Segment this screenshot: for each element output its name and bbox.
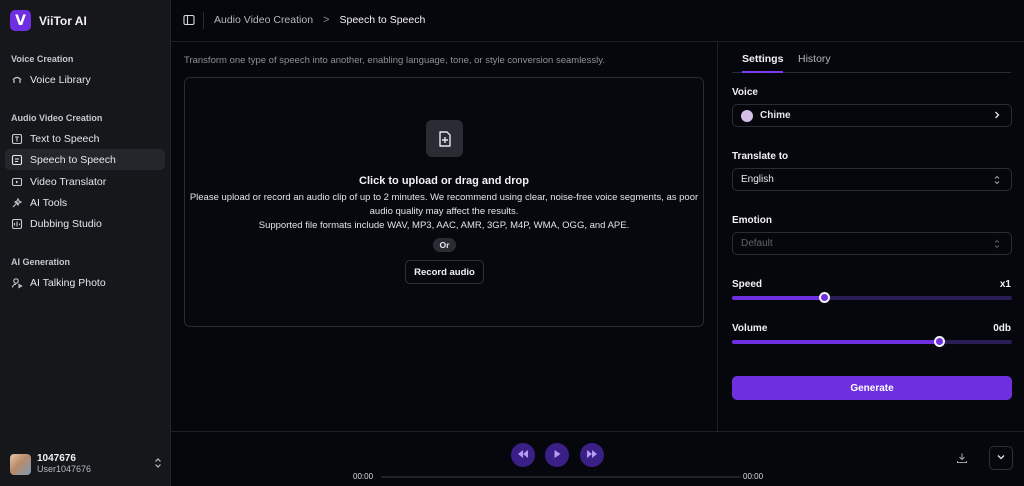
upload-dropzone[interactable]: Click to upload or drag and drop Please … bbox=[184, 77, 704, 327]
sidebar-item-label: Voice Library bbox=[30, 73, 91, 86]
emotion-label: Emotion bbox=[732, 215, 772, 226]
sidebar-item-voice-library[interactable]: Voice Library bbox=[5, 69, 165, 90]
chevron-right-icon bbox=[993, 110, 1001, 122]
sidebar-item-label: Speech to Speech bbox=[30, 153, 116, 166]
sidebar-item-speech-to-speech[interactable]: Speech to Speech bbox=[5, 149, 165, 170]
speed-slider-fill bbox=[732, 296, 825, 300]
voice-select[interactable]: Chime bbox=[732, 104, 1012, 127]
section-label-ai-generation: AI Generation bbox=[11, 257, 71, 267]
upload-title: Click to upload or drag and drop bbox=[359, 175, 529, 187]
tab-settings[interactable]: Settings bbox=[742, 53, 784, 73]
speed-value: x1 bbox=[999, 279, 1011, 290]
emotion-value: Default bbox=[741, 238, 773, 249]
emotion-select[interactable]: Default bbox=[732, 232, 1012, 255]
sidebar-item-label: Video Translator bbox=[30, 175, 107, 188]
breadcrumb-item-speech-to-speech: Speech to Speech bbox=[339, 14, 426, 26]
play-icon bbox=[552, 449, 562, 462]
sidebar-item-text-to-speech[interactable]: Text to Speech bbox=[5, 128, 165, 149]
voice-value: Chime bbox=[760, 110, 791, 121]
or-divider-badge: Or bbox=[433, 238, 456, 252]
audio-player: 00:00 00:00 bbox=[171, 431, 1024, 486]
volume-slider[interactable] bbox=[732, 336, 1012, 347]
top-header: Audio Video Creation > Speech to Speech bbox=[171, 0, 1024, 42]
speed-label: Speed bbox=[732, 279, 763, 290]
volume-value: 0db bbox=[993, 323, 1011, 334]
upload-instructions-line-2: audio quality may affect the results. bbox=[369, 206, 519, 217]
playback-progress-bar[interactable] bbox=[381, 476, 741, 478]
app-logo: V bbox=[10, 10, 31, 31]
avatar bbox=[10, 453, 31, 475]
video-translator-icon bbox=[11, 176, 23, 188]
speech-to-speech-icon bbox=[11, 154, 23, 166]
page-description: Transform one type of speech into anothe… bbox=[184, 55, 605, 66]
fast-forward-icon bbox=[586, 449, 598, 462]
ai-tools-icon bbox=[11, 197, 23, 209]
voice-label: Voice bbox=[732, 87, 758, 98]
breadcrumb: Audio Video Creation > Speech to Speech bbox=[214, 14, 425, 26]
fast-forward-button[interactable] bbox=[580, 443, 604, 467]
collapse-player-button[interactable] bbox=[989, 446, 1013, 470]
voice-library-icon bbox=[11, 74, 23, 86]
translate-to-label: Translate to bbox=[732, 151, 789, 162]
user-account-menu[interactable]: 1047676 User1047676 bbox=[10, 453, 162, 475]
dubbing-studio-icon bbox=[11, 218, 23, 230]
sidebar-item-label: AI Tools bbox=[30, 196, 68, 209]
user-id: 1047676 bbox=[37, 453, 76, 464]
volume-slider-thumb[interactable] bbox=[934, 336, 946, 347]
app-name: ViiTor AI bbox=[39, 13, 87, 28]
sidebar-item-ai-tools[interactable]: AI Tools bbox=[5, 192, 165, 213]
sidebar-item-ai-talking-photo[interactable]: AI Talking Photo bbox=[5, 272, 165, 293]
record-audio-button[interactable]: Record audio bbox=[405, 260, 484, 284]
user-name: User1047676 bbox=[37, 464, 92, 474]
text-to-speech-icon bbox=[11, 133, 23, 145]
supported-formats: Supported file formats include WAV, MP3,… bbox=[258, 220, 630, 231]
section-label-audio-video-creation: Audio Video Creation bbox=[11, 113, 103, 123]
voice-color-dot bbox=[741, 109, 753, 122]
sidebar-item-label: Dubbing Studio bbox=[30, 217, 102, 230]
sidebar-item-video-translator[interactable]: Video Translator bbox=[5, 171, 165, 192]
chevron-up-down-icon bbox=[993, 238, 1001, 252]
current-time: 00:00 bbox=[353, 472, 374, 481]
volume-label: Volume bbox=[732, 323, 768, 334]
header-divider bbox=[203, 12, 204, 29]
total-time: 00:00 bbox=[743, 472, 764, 481]
rewind-icon bbox=[517, 449, 529, 462]
sidebar-toggle-icon[interactable] bbox=[183, 14, 195, 29]
translate-to-select[interactable]: English bbox=[732, 168, 1012, 191]
upload-instructions-line-1: Please upload or record an audio clip of… bbox=[189, 192, 699, 203]
file-upload-icon bbox=[426, 120, 463, 157]
translate-to-value: English bbox=[741, 174, 774, 185]
speed-slider[interactable] bbox=[732, 292, 1012, 303]
chevron-up-down-icon[interactable] bbox=[154, 457, 162, 472]
download-icon[interactable] bbox=[956, 452, 968, 467]
breadcrumb-separator: > bbox=[323, 14, 330, 26]
sidebar-item-label: Text to Speech bbox=[30, 132, 100, 145]
play-button[interactable] bbox=[545, 443, 569, 467]
breadcrumb-item-audio-video-creation[interactable]: Audio Video Creation bbox=[214, 14, 313, 26]
chevron-up-down-icon bbox=[993, 174, 1001, 188]
sidebar: V ViiTor AI Voice Creation Voice Library… bbox=[0, 0, 171, 486]
settings-tabs: Settings History bbox=[732, 53, 1011, 73]
rewind-button[interactable] bbox=[511, 443, 535, 467]
sidebar-item-dubbing-studio[interactable]: Dubbing Studio bbox=[5, 213, 165, 234]
section-label-voice-creation: Voice Creation bbox=[11, 54, 74, 64]
talking-photo-icon bbox=[11, 277, 23, 289]
tab-history[interactable]: History bbox=[798, 53, 831, 73]
speed-slider-thumb[interactable] bbox=[819, 292, 831, 303]
sidebar-item-label: AI Talking Photo bbox=[30, 276, 106, 289]
brand[interactable]: V ViiTor AI bbox=[10, 10, 87, 31]
generate-button[interactable]: Generate bbox=[732, 376, 1012, 400]
volume-slider-fill bbox=[732, 340, 940, 344]
chevron-down-icon bbox=[996, 452, 1006, 464]
settings-panel: Settings History Voice Chime Translate t… bbox=[717, 42, 1024, 431]
